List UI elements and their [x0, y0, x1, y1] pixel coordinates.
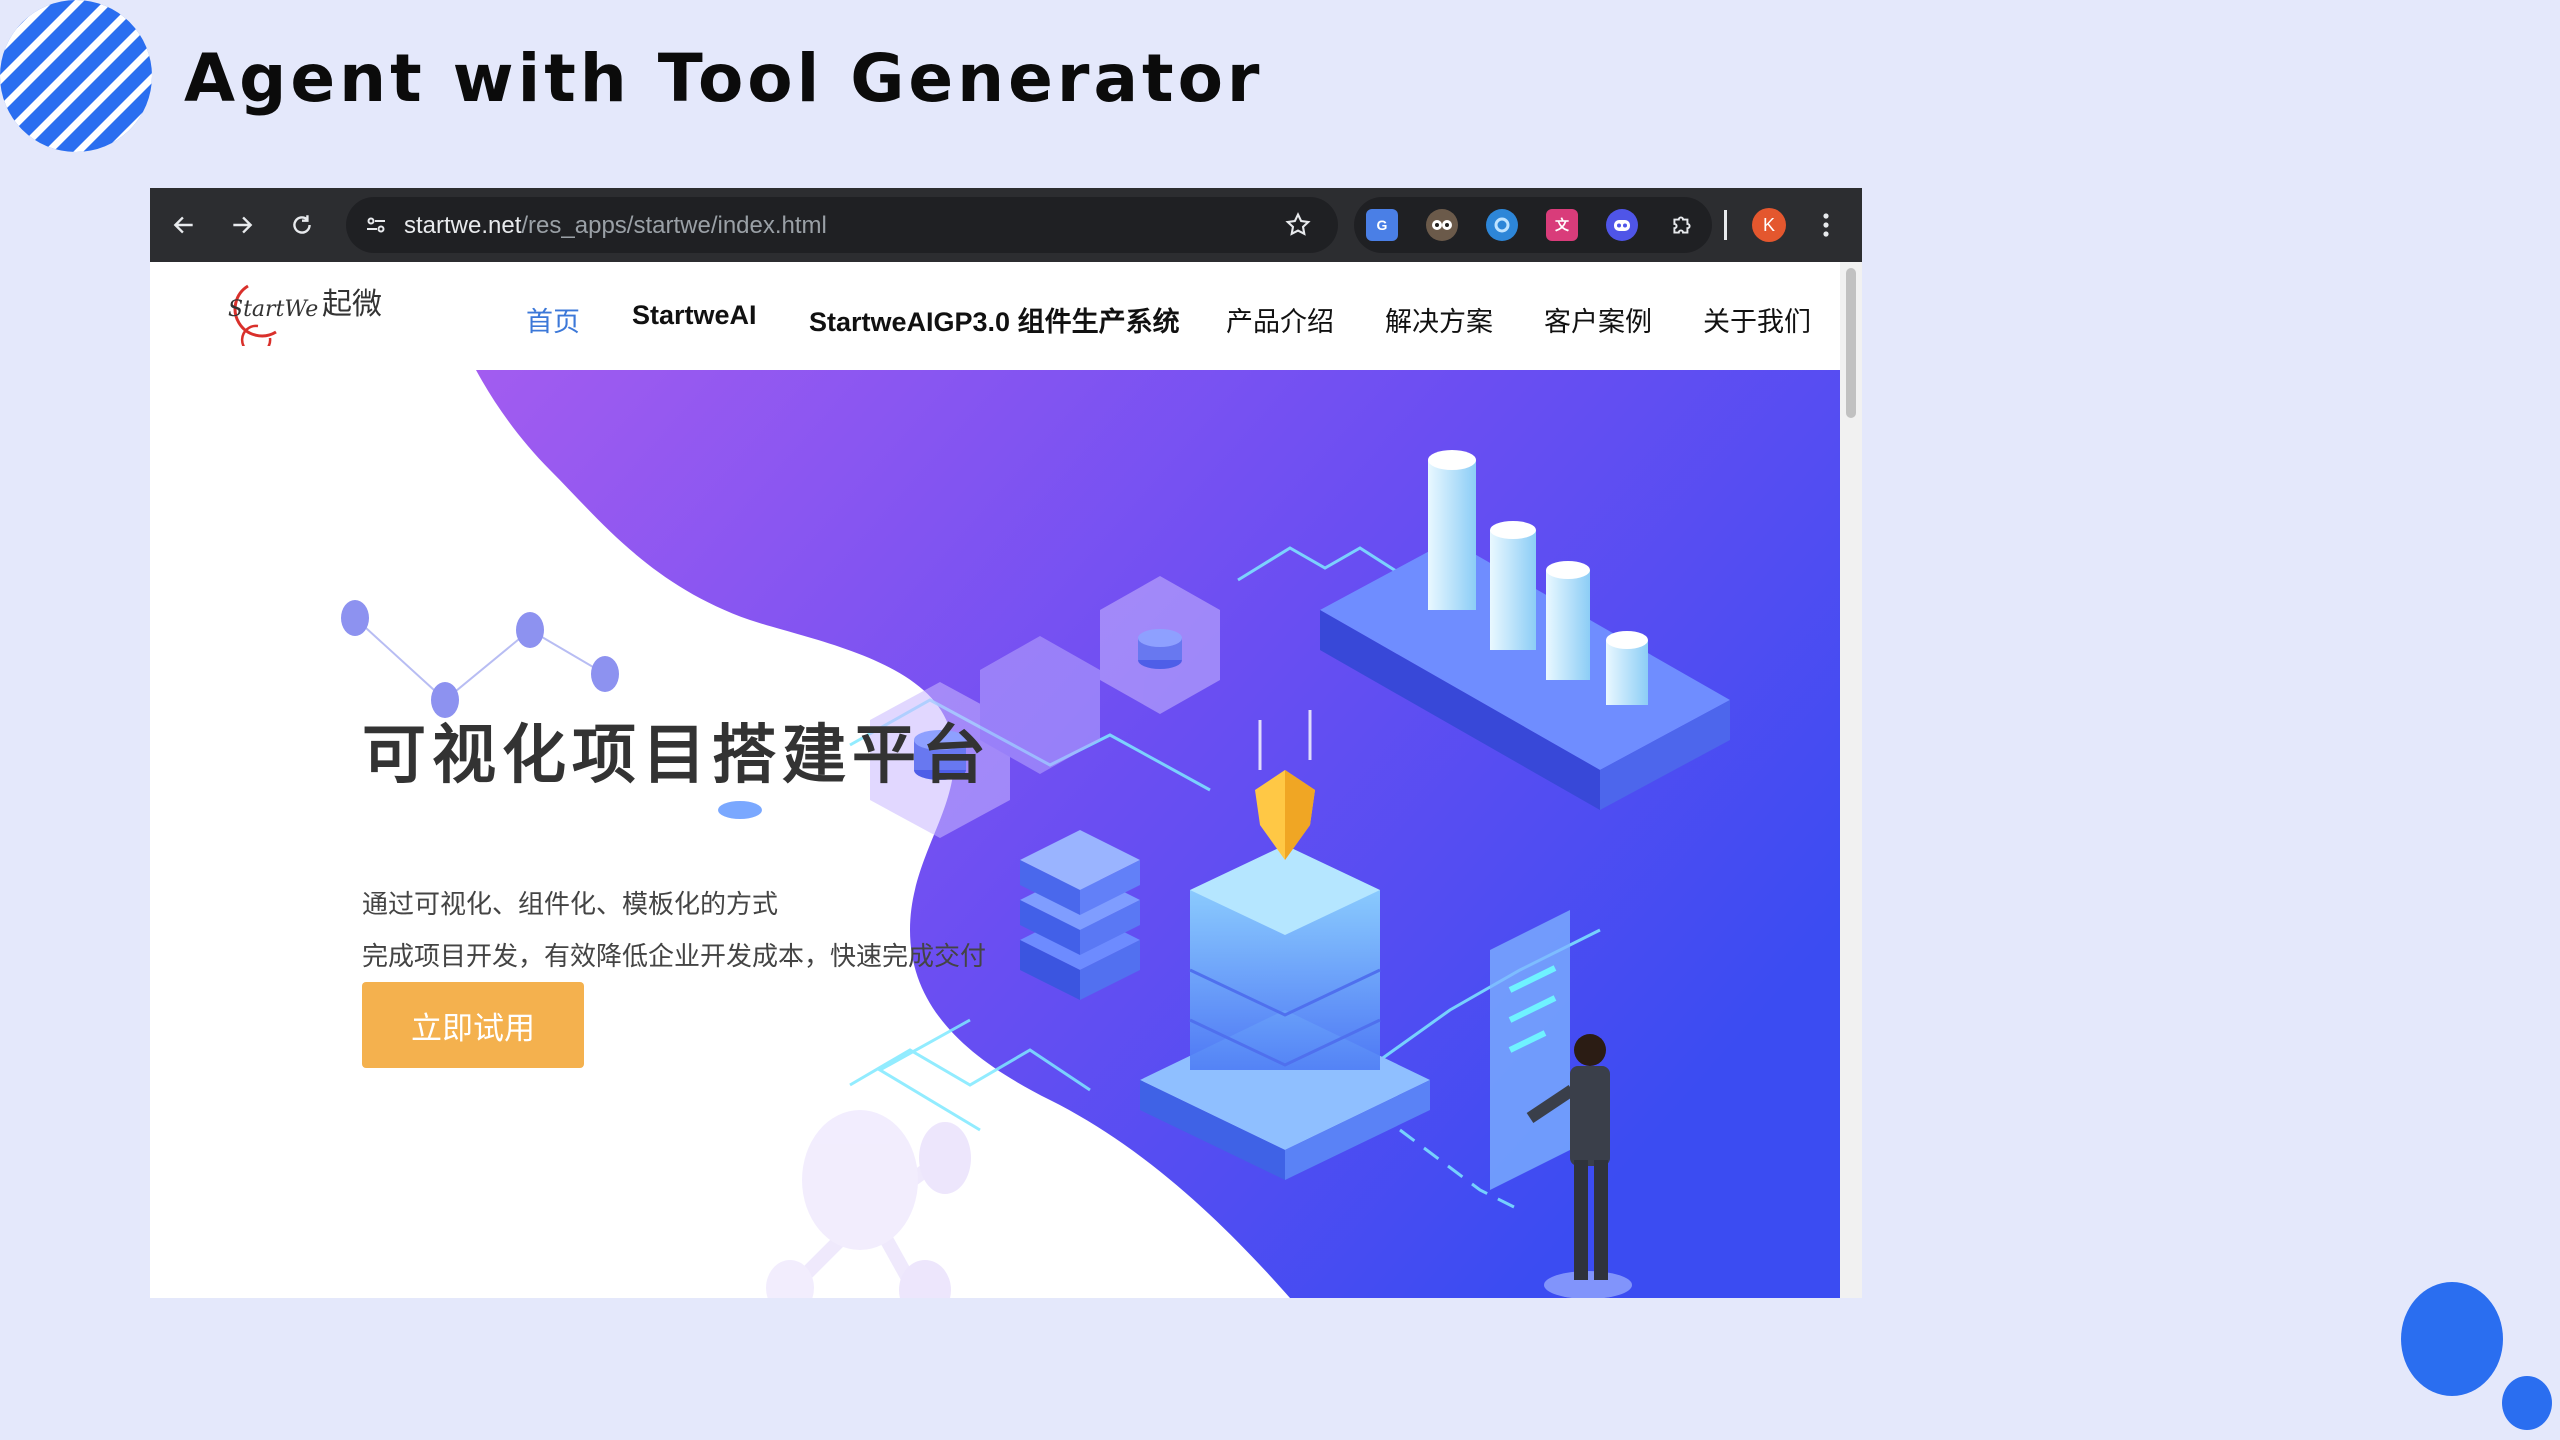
extensions-tray: G 文 — [1354, 197, 1712, 253]
hero-subtitle-line2: 完成项目开发，有效降低企业开发成本，快速完成交付 — [362, 941, 987, 971]
site-navbar: StartWe 起微 首页 StartweAI StartweAIGP3.0 组… — [150, 262, 1840, 370]
google-translate-icon[interactable]: G — [1366, 209, 1398, 241]
nav-products[interactable]: 产品介绍 — [1226, 300, 1334, 339]
startwe-logo[interactable]: StartWe 起微 — [210, 276, 410, 346]
browser-toolbar: startwe.net/res_apps/startwe/index.html … — [150, 188, 1862, 262]
reload-icon[interactable] — [282, 205, 322, 245]
slide-title: Agent with Tool Generator — [184, 40, 1264, 117]
browser-menu-icon[interactable] — [1810, 206, 1842, 244]
url-text[interactable]: startwe.net/res_apps/startwe/index.html — [404, 212, 827, 240]
nav-about[interactable]: 关于我们 — [1703, 300, 1811, 339]
url-path: /res_apps/startwe/index.html — [521, 212, 827, 239]
puzzle-extensions-icon[interactable] — [1666, 209, 1698, 241]
url-host: startwe.net — [404, 212, 522, 239]
bookmark-star-icon[interactable] — [1282, 209, 1314, 241]
address-bar[interactable]: startwe.net/res_apps/startwe/index.html — [346, 197, 1338, 253]
decorative-blob-large — [2401, 1282, 2503, 1396]
profile-avatar[interactable]: K — [1752, 208, 1786, 242]
back-icon[interactable] — [164, 205, 204, 245]
forward-icon[interactable] — [222, 205, 262, 245]
hero-subtitle-line1: 通过可视化、组件化、模板化的方式 — [362, 889, 779, 919]
decorative-blob-small — [2502, 1376, 2552, 1430]
owl-extension-icon[interactable] — [1426, 209, 1458, 241]
hero-illustration — [341, 370, 1840, 1298]
browser-window: startwe.net/res_apps/startwe/index.html … — [150, 188, 1862, 1298]
hero-title: 可视化项目搭建平台 — [362, 719, 992, 791]
striped-circle-decoration — [0, 0, 152, 152]
toolbar-divider — [1724, 210, 1727, 240]
translate-extension-icon[interactable]: 文 — [1546, 209, 1578, 241]
blue-swirl-extension-icon[interactable] — [1486, 209, 1518, 241]
svg-text:起微: 起微 — [322, 287, 382, 322]
nav-startwe-aigp[interactable]: StartweAIGP3.0 组件生产系统 — [809, 300, 1180, 339]
nav-solutions[interactable]: 解决方案 — [1385, 300, 1493, 339]
svg-text:StartWe: StartWe — [228, 297, 318, 322]
nav-home[interactable]: 首页 — [526, 300, 580, 339]
nav-startwe-ai[interactable]: StartweAI — [632, 300, 757, 331]
site-settings-icon[interactable] — [360, 209, 392, 241]
robot-extension-icon[interactable] — [1606, 209, 1638, 241]
try-now-button[interactable]: 立即试用 — [362, 982, 584, 1068]
hero-banner: 可视化项目搭建平台 通过可视化、组件化、模板化的方式 完成项目开发，有效降低企业… — [150, 370, 1840, 1298]
nav-cases[interactable]: 客户案例 — [1544, 300, 1652, 339]
web-page: StartWe 起微 首页 StartweAI StartweAIGP3.0 组… — [150, 262, 1840, 1298]
scrollbar-thumb[interactable] — [1846, 268, 1856, 418]
